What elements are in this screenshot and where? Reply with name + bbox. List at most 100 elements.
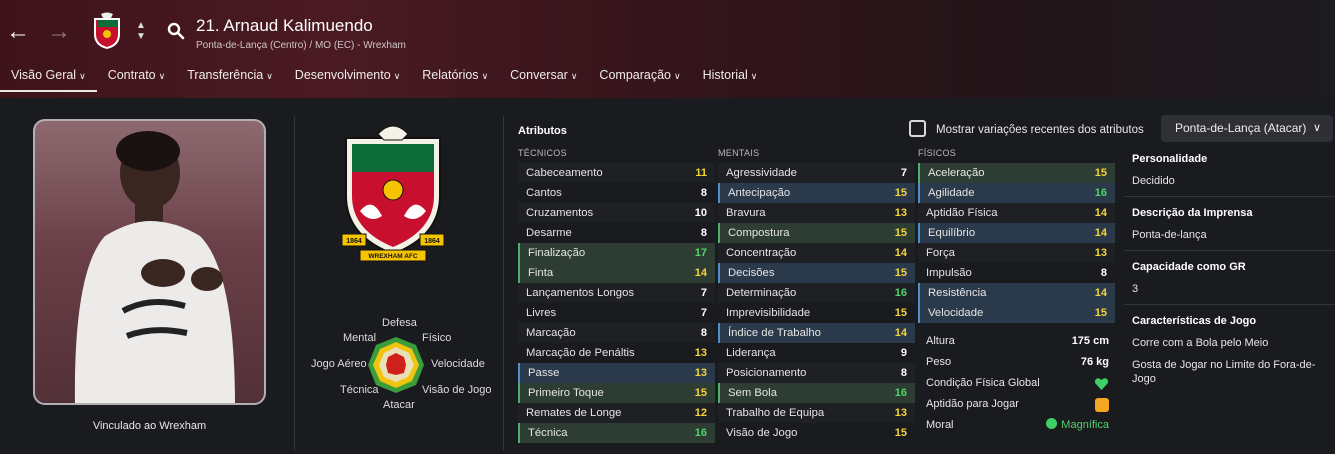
attribute-row[interactable]: Sem Bola 16 [718,383,915,403]
attribute-name: Desarme [526,227,572,239]
attribute-row[interactable]: Trabalho de Equipa 13 [718,403,915,423]
attribute-value: 14 [894,327,907,339]
tab-comparacao[interactable]: Comparação ∨ [588,62,691,92]
player-switch-arrows[interactable]: ▲ ▼ [134,20,148,42]
morale-arrow-icon [1046,418,1058,429]
chevron-down-icon: ∨ [570,71,578,81]
attribute-value: 13 [1094,247,1107,259]
attribute-row[interactable]: Agressividade 7 [718,163,915,183]
crest-club-name: WREXHAM AFC [368,253,418,260]
attribute-name: Posicionamento [726,367,807,379]
attribute-value: 11 [695,167,707,179]
radar-label-jogo-aereo: Jogo Aéreo [311,358,367,370]
role-dropdown[interactable]: Ponta-de-Lança (Atacar) ∨ [1161,115,1333,142]
radar-label-defesa: Defesa [382,317,417,329]
attribute-row[interactable]: Posicionamento 8 [718,363,915,383]
tab-contrato[interactable]: Contrato ∨ [97,62,177,92]
player-silhouette-icon [74,131,235,403]
tab-relatorios[interactable]: Relatórios ∨ [411,62,499,92]
tab-historial[interactable]: Historial ∨ [692,62,769,92]
goalkeeper-rating-section: Capacidade como GR 3 [1124,251,1335,305]
attribute-value: 15 [894,307,907,319]
attribute-row[interactable]: Livres 7 [518,303,715,323]
attribute-row[interactable]: Compostura 15 [718,223,915,243]
search-icon[interactable] [167,22,185,40]
attribute-row[interactable]: Marcação de Penáltis 13 [518,343,715,363]
attribute-name: Decisões [728,267,775,279]
forward-arrow-icon[interactable]: → [47,20,71,44]
attribute-value: 7 [700,287,707,299]
attribute-name: Primeiro Toque [528,387,604,399]
height-row: Altura 175 cm [926,331,1117,352]
attribute-row[interactable]: Resistência 14 [918,283,1115,303]
attribute-value: 15 [894,187,907,199]
show-recent-changes-checkbox[interactable] [909,120,926,137]
player-photo [33,119,266,405]
trait-item: Corre com a Bola pelo Meio [1132,337,1269,349]
attribute-value: 15 [694,387,707,399]
tab-transferencia[interactable]: Transferência ∨ [176,62,284,92]
attribute-row[interactable]: Finta 14 [518,263,715,283]
attribute-name: Antecipação [728,187,791,199]
attribute-row[interactable]: Desarme 8 [518,223,715,243]
chevron-down-icon: ∨ [266,71,273,81]
attribute-row[interactable]: Bravura 13 [718,203,915,223]
attribute-row[interactable]: Aptidão Física 14 [918,203,1115,223]
attribute-row[interactable]: Força 13 [918,243,1115,263]
technical-header: TÉCNICOS [518,148,567,158]
crest-year-right: 1864 [424,238,440,245]
attribute-row[interactable]: Aceleração 15 [918,163,1115,183]
attribute-row[interactable]: Agilidade 16 [918,183,1115,203]
attribute-row[interactable]: Velocidade 15 [918,303,1115,323]
attribute-row[interactable]: Decisões 15 [718,263,915,283]
attribute-row[interactable]: Cantos 8 [518,183,715,203]
attribute-row[interactable]: Determinação 16 [718,283,915,303]
personality-value: Decidido [1132,175,1175,187]
attribute-row[interactable]: Imprevisibilidade 15 [718,303,915,323]
attribute-value: 15 [894,227,907,239]
chevron-down-icon: ∨ [158,71,166,81]
chevron-down-icon: ∨ [79,71,86,81]
attribute-value: 13 [694,347,707,359]
attribute-row[interactable]: Técnica 16 [518,423,715,443]
attribute-row[interactable]: Concentração 14 [718,243,915,263]
attribute-row[interactable]: Remates de Longe 12 [518,403,715,423]
morale-row: Moral Magnífica [926,415,1117,436]
tab-conversar[interactable]: Conversar ∨ [499,62,588,92]
attribute-value: 15 [894,267,907,279]
attribute-row[interactable]: Equilíbrio 14 [918,223,1115,243]
attribute-row[interactable]: Liderança 9 [718,343,915,363]
tab-label: Conversar [510,68,568,82]
player-profile-screen: ← → ▲ ▼ 21. Arnaud Kalimuendo Ponta-de-La… [0,0,1335,454]
attribute-row[interactable]: Passe 13 [518,363,715,383]
attribute-row[interactable]: Marcação 8 [518,323,715,343]
tab-visao-geral[interactable]: Visão Geral ∨ [0,62,97,92]
club-crest-icon[interactable] [91,12,123,50]
attribute-value: 8 [700,187,707,199]
attribute-row[interactable]: Índice de Trabalho 14 [718,323,915,343]
player-subtitle: Ponta-de-Lança (Centro) / MO (EC) - Wrex… [196,40,406,51]
attribute-row[interactable]: Antecipação 15 [718,183,915,203]
attribute-value: 8 [700,327,707,339]
attribute-row[interactable]: Primeiro Toque 15 [518,383,715,403]
attribute-name: Equilíbrio [928,227,976,239]
attribute-value: 8 [900,367,907,379]
attribute-row[interactable]: Lançamentos Longos 7 [518,283,715,303]
back-arrow-icon[interactable]: ← [6,20,30,44]
attribute-name: Impulsão [926,267,972,279]
attribute-name: Aceleração [928,167,985,179]
attribute-row[interactable]: Finalização 17 [518,243,715,263]
tab-label: Historial [702,68,748,82]
attribute-row[interactable]: Impulsão 8 [918,263,1115,283]
attribute-value: 15 [1094,307,1107,319]
match-fitness-indicator-icon [1095,398,1109,412]
attribute-row[interactable]: Cabeceamento 11 [518,163,715,183]
role-dropdown-value: Ponta-de-Lança (Atacar) [1175,121,1307,135]
morale-value: Magnífica [1046,415,1109,436]
tab-desenvolvimento[interactable]: Desenvolvimento ∨ [284,62,411,92]
gk-heading: Capacidade como GR [1132,261,1246,273]
attribute-row[interactable]: Visão de Jogo 15 [718,423,915,443]
attribute-row[interactable]: Cruzamentos 10 [518,203,715,223]
attribute-value: 16 [894,387,907,399]
attribute-name: Força [926,247,955,259]
